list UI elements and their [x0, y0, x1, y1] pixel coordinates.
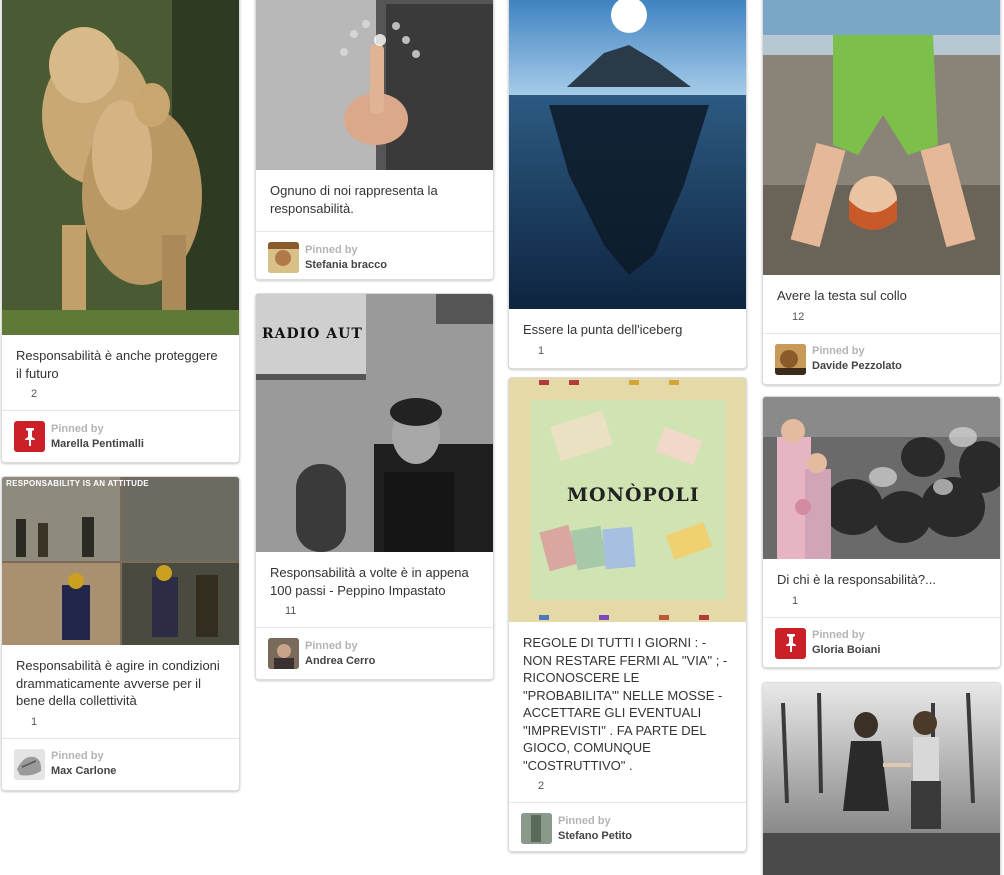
pin-description: Responsabilità a volte è in appena 100 p… [270, 565, 469, 598]
pin-image-iceberg[interactable] [509, 0, 746, 309]
lioness-illustration [2, 0, 239, 335]
pinner-name[interactable]: Gloria Boiani [812, 643, 880, 658]
repin-icon [17, 390, 26, 399]
children-walking-illustration [763, 683, 1000, 875]
repin-count: 1 [763, 589, 1000, 617]
pin-card[interactable]: Responsabilità è anche proteggere il fut… [1, 0, 240, 463]
pin-image-lioness[interactable] [2, 0, 239, 335]
pinner-name[interactable]: Stefano Petito [558, 829, 632, 844]
pin-card[interactable]: Di chi è la responsabilità?... 1 Pinned … [762, 396, 1001, 668]
pin-description: Responsabilità è agire in condizioni dra… [16, 658, 220, 708]
pin-card[interactable]: Avere la testa sul collo 12 Pinned by Da… [762, 0, 1001, 385]
user-avatar[interactable] [775, 343, 806, 375]
user-avatar[interactable] [521, 813, 552, 844]
pinner-info[interactable]: Pinned by Marella Pentimalli [2, 410, 239, 462]
pin-card[interactable]: Ognuno di noi rappresenta la responsabil… [255, 0, 494, 280]
user-avatar[interactable] [268, 242, 299, 273]
pinner-info[interactable]: Pinned by Gloria Boiani [763, 616, 1000, 667]
pin-image-monopoli[interactable]: MONÒPOLI [509, 378, 746, 622]
pin-description: Essere la punta dell'iceberg [523, 322, 683, 337]
repin-icon [524, 782, 533, 791]
user-avatar[interactable] [14, 748, 45, 780]
pinner-info[interactable]: Pinned by Stefano Petito [509, 802, 746, 851]
repin-icon [271, 607, 280, 616]
pin-card[interactable]: RESPONSABILITY IS AN ATTITUDE Responsabi… [1, 476, 240, 791]
pinned-by-label: Pinned by [558, 814, 611, 827]
pin-description: Avere la testa sul collo [777, 288, 907, 303]
pinned-by-label: Pinned by [305, 243, 358, 256]
repin-icon [778, 313, 787, 322]
pinner-name[interactable]: Marella Pentimalli [51, 437, 144, 452]
monopoli-title: MONÒPOLI [567, 484, 700, 506]
pinner-info[interactable]: Pinned by Max Carlone [2, 737, 239, 790]
user-avatar[interactable] [268, 638, 299, 669]
pin-card[interactable]: Essere la punta dell'iceberg 1 [508, 0, 747, 369]
network-hand-illustration [256, 0, 493, 170]
repin-icon [778, 597, 787, 606]
boy-upside-down-illustration [763, 0, 1000, 275]
pin-card[interactable]: RADIO AUT Responsabilità a volte è in ap… [255, 293, 494, 680]
pinner-name[interactable]: Max Carlone [51, 764, 116, 779]
firefighters-collage [2, 477, 239, 645]
pinned-by-label: Pinned by [51, 750, 104, 762]
pinner-info[interactable]: Pinned by Davide Pezzolato [763, 332, 1000, 384]
pinned-by-label: Pinned by [305, 639, 358, 652]
repin-count: 11 [256, 599, 493, 627]
repin-count: 12 [763, 305, 1000, 333]
children-garbage-illustration [763, 397, 1000, 559]
repin-count: 2 [2, 382, 239, 410]
iceberg-illustration [509, 0, 746, 309]
pin-image-network-hand[interactable] [256, 0, 493, 170]
pin-card[interactable]: MONÒPOLI REGOLE DI TUTTI I GIORNI : -NON… [508, 377, 747, 852]
pinner-name[interactable]: Andrea Cerro [305, 654, 375, 669]
pin-image-children-walking[interactable] [763, 683, 1000, 875]
pinner-name[interactable]: Stefania bracco [305, 258, 387, 273]
pinterest-logo-avatar[interactable] [14, 421, 45, 452]
pin-description: Responsabilità è anche proteggere il fut… [16, 348, 218, 381]
radio-sign: RADIO AUT [262, 326, 363, 342]
pin-image-garbage[interactable] [763, 397, 1000, 559]
pinned-by-label: Pinned by [51, 422, 104, 435]
collage-caption: RESPONSABILITY IS AN ATTITUDE [6, 479, 149, 488]
repin-icon [17, 718, 26, 727]
pin-description: Di chi è la responsabilità?... [777, 572, 936, 587]
pin-image-firefighters[interactable]: RESPONSABILITY IS AN ATTITUDE [2, 477, 239, 645]
pin-description: REGOLE DI TUTTI I GIORNI : -NON RESTARE … [523, 635, 728, 773]
pin-card[interactable] [762, 682, 1001, 875]
pinner-name[interactable]: Davide Pezzolato [812, 359, 902, 374]
repin-count: 1 [2, 710, 239, 738]
pin-image-radio-aut[interactable]: RADIO AUT [256, 294, 493, 552]
pinned-by-label: Pinned by [812, 345, 865, 357]
repin-count: 2 [509, 774, 746, 802]
pin-description: Ognuno di noi rappresenta la responsabil… [270, 183, 438, 216]
pin-image-boy[interactable] [763, 0, 1000, 275]
repin-icon [524, 347, 533, 356]
pinner-info[interactable]: Pinned by Stefania bracco [256, 231, 493, 279]
pinned-by-label: Pinned by [812, 629, 865, 641]
pinterest-logo-avatar[interactable] [775, 627, 806, 659]
repin-count: 1 [509, 339, 746, 367]
pinner-info[interactable]: Pinned by Andrea Cerro [256, 627, 493, 679]
